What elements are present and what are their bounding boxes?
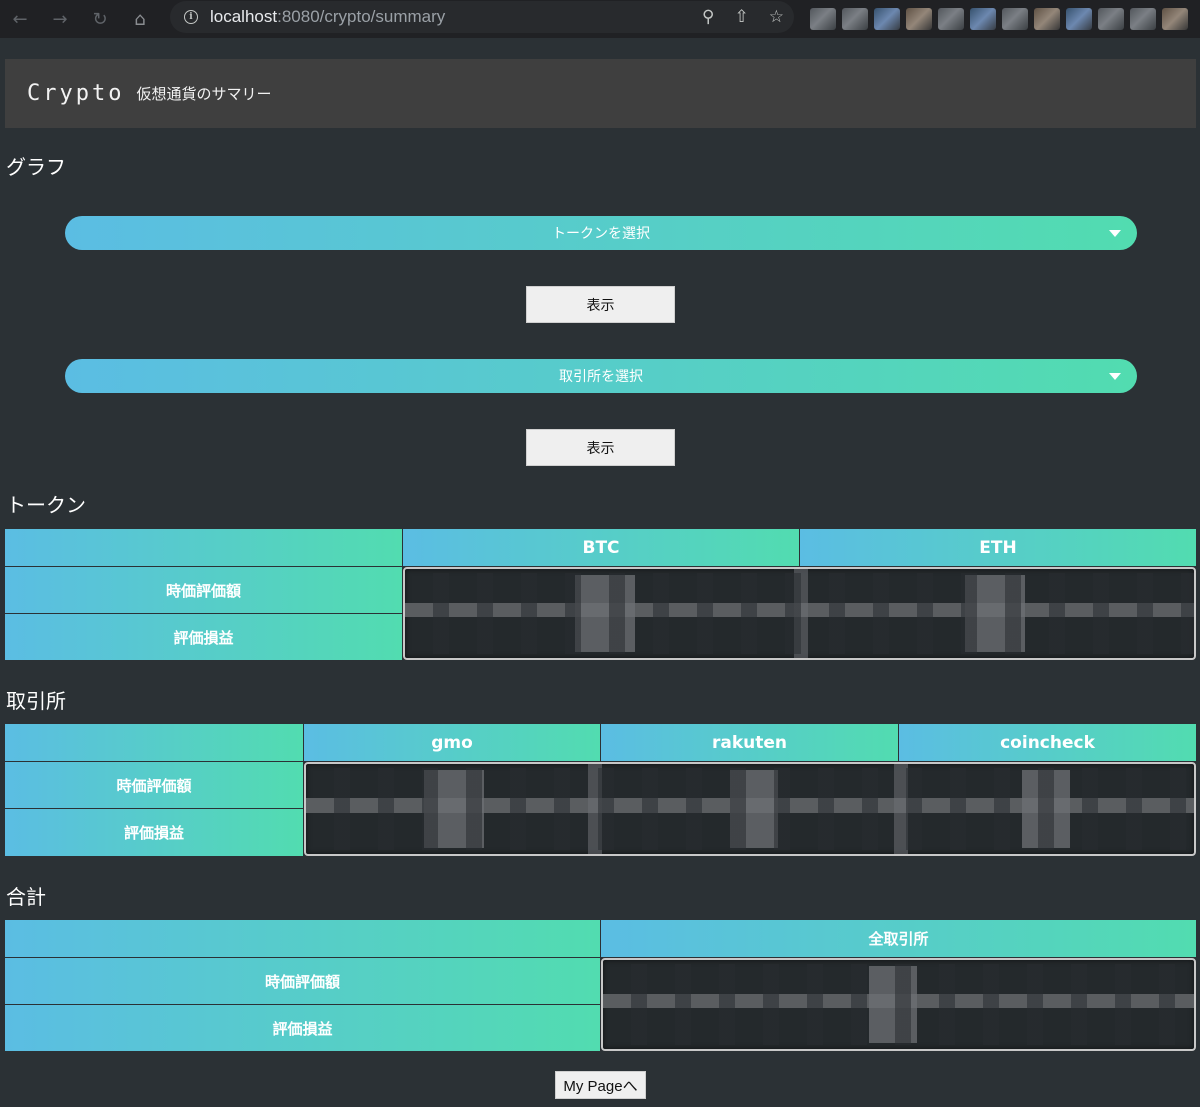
- bookmark-star-icon[interactable]: ☆: [769, 7, 784, 27]
- extension-icon[interactable]: [1034, 8, 1060, 30]
- redacted-values: [403, 567, 1196, 660]
- extension-icon[interactable]: [874, 8, 900, 30]
- extension-icon[interactable]: [1130, 8, 1156, 30]
- total-section-title: 合計: [6, 885, 46, 909]
- redacted-value: [424, 770, 484, 848]
- redacted-value: [894, 764, 908, 854]
- dropdown-caret-icon: [1109, 230, 1121, 237]
- exchange-select[interactable]: 取引所を選択: [65, 359, 1137, 393]
- row-header-profit-loss: 評価損益: [5, 809, 303, 856]
- row-header-market-value: 時価評価額: [5, 567, 402, 613]
- url-host: localhost: [210, 7, 278, 26]
- row-header-profit-loss: 評価損益: [5, 1005, 600, 1051]
- table-corner-cell: [5, 724, 303, 761]
- column-header-eth: ETH: [800, 529, 1196, 566]
- redacted-value: [869, 966, 917, 1043]
- row-header-market-value: 時価評価額: [5, 958, 600, 1004]
- home-icon[interactable]: ⌂: [120, 0, 160, 38]
- browser-toolbar: ← → ↻ ⌂ i localhost:8080/crypto/summary …: [0, 0, 1200, 38]
- extensions-area: [806, 4, 1200, 34]
- page-subtitle: 仮想通貨のサマリー: [136, 85, 272, 103]
- column-header-coincheck: coincheck: [899, 724, 1196, 761]
- row-header-profit-loss: 評価損益: [5, 614, 402, 660]
- zoom-icon[interactable]: ⚲: [702, 7, 714, 27]
- token-section-title: トークン: [6, 493, 86, 517]
- redacted-value: [575, 575, 635, 652]
- graph-section-title: グラフ: [6, 155, 66, 179]
- extension-icon[interactable]: [906, 8, 932, 30]
- back-icon[interactable]: ←: [0, 0, 40, 38]
- forward-icon[interactable]: →: [40, 0, 80, 38]
- exchange-section-title: 取引所: [6, 689, 66, 713]
- url-path: :8080/crypto/summary: [277, 7, 446, 26]
- extension-icon[interactable]: [810, 8, 836, 30]
- my-page-button[interactable]: My Pageへ: [555, 1071, 646, 1099]
- site-info-icon[interactable]: i: [184, 10, 198, 24]
- dropdown-caret-icon: [1109, 373, 1121, 380]
- show-exchange-graph-button[interactable]: 表示: [526, 429, 675, 466]
- address-bar[interactable]: i localhost:8080/crypto/summary ⚲ ⇧ ☆: [170, 1, 794, 33]
- url-text[interactable]: localhost:8080/crypto/summary: [210, 7, 445, 27]
- table-corner-cell: [5, 920, 600, 957]
- extension-icon[interactable]: [1002, 8, 1028, 30]
- column-header-rakuten: rakuten: [601, 724, 898, 761]
- reload-icon[interactable]: ↻: [80, 0, 120, 38]
- extension-icon[interactable]: [1162, 8, 1188, 30]
- extension-icon[interactable]: [938, 8, 964, 30]
- share-icon[interactable]: ⇧: [735, 7, 749, 27]
- page-header: Crypto 仮想通貨のサマリー: [5, 59, 1196, 128]
- extension-icon[interactable]: [970, 8, 996, 30]
- show-token-graph-button[interactable]: 表示: [526, 286, 675, 323]
- redacted-value: [588, 764, 602, 854]
- column-header-btc: BTC: [403, 529, 799, 566]
- row-header-market-value: 時価評価額: [5, 762, 303, 808]
- exchange-select-label: 取引所を選択: [559, 369, 643, 385]
- redacted-value: [965, 575, 1025, 652]
- redacted-values: [304, 762, 1196, 856]
- brand-title: Crypto: [27, 81, 125, 106]
- column-header-gmo: gmo: [304, 724, 600, 761]
- extension-icon[interactable]: [1066, 8, 1092, 30]
- token-select[interactable]: トークンを選択: [65, 216, 1137, 250]
- redacted-value: [1022, 770, 1070, 848]
- extension-icon[interactable]: [1098, 8, 1124, 30]
- redacted-value: [794, 569, 808, 658]
- redacted-value: [730, 770, 778, 848]
- column-header-all-exchanges: 全取引所: [601, 920, 1196, 957]
- redacted-values: [601, 958, 1196, 1051]
- table-corner-cell: [5, 529, 402, 566]
- token-select-label: トークンを選択: [552, 226, 650, 242]
- extension-icon[interactable]: [842, 8, 868, 30]
